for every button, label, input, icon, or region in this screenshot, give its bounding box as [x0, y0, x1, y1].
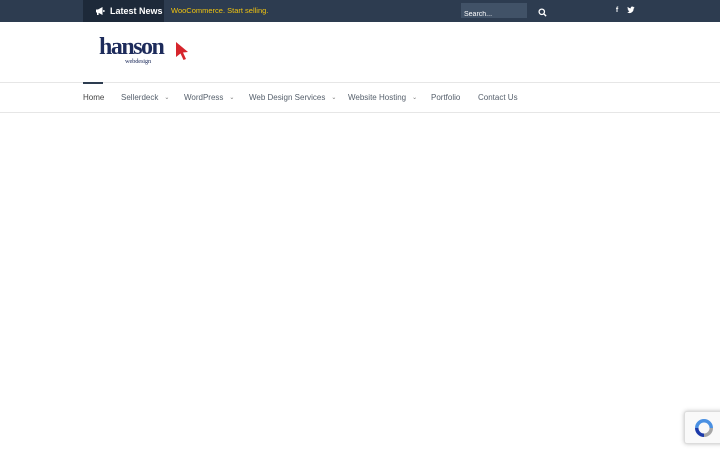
nav-item-label: Contact Us [478, 93, 518, 102]
latest-news-text: Latest News [110, 6, 163, 16]
nav-item-label: WordPress [184, 93, 224, 102]
nav-item-portfolio[interactable]: Portfolio [431, 83, 460, 112]
nav-item-label: Sellerdeck [121, 93, 159, 102]
nav-item-label: Web Design Services [249, 93, 326, 102]
search-box[interactable] [461, 3, 527, 22]
cursor-arrow-icon [176, 42, 188, 60]
search-icon[interactable] [538, 8, 547, 17]
logo-sub-text: webdesign [125, 58, 151, 65]
news-ticker-link[interactable]: WooCommerce. Start selling. [171, 4, 268, 18]
chevron-down-icon: ⌄ [412, 95, 418, 101]
twitter-icon[interactable] [626, 6, 636, 15]
nav-item-label: Home [83, 93, 105, 102]
nav-item-web-design-services[interactable]: Web Design Services ⌄ [249, 83, 336, 112]
nav-item-contact-us[interactable]: Contact Us [478, 83, 518, 112]
top-bar: Latest News WooCommerce. Start selling. … [0, 0, 720, 22]
facebook-icon[interactable]: f [612, 5, 622, 17]
nav-item-sellerdeck[interactable]: Sellerdeck ⌄ [121, 83, 169, 112]
nav-item-wordpress[interactable]: WordPress ⌄ [184, 83, 234, 112]
chevron-down-icon: ⌄ [331, 95, 337, 101]
megaphone-icon [96, 7, 105, 15]
latest-news-label: Latest News [83, 0, 164, 22]
recaptcha-icon [695, 419, 713, 437]
nav-item-website-hosting[interactable]: Website Hosting ⌄ [348, 83, 417, 112]
search-input[interactable] [461, 7, 527, 22]
site-header: hanson webdesign [0, 22, 720, 83]
chevron-down-icon: ⌄ [229, 95, 235, 101]
nav-item-label: Portfolio [431, 93, 461, 102]
page: Latest News WooCommerce. Start selling. … [0, 0, 720, 450]
nav-item-home[interactable]: Home [83, 83, 104, 112]
site-logo[interactable]: hanson webdesign [99, 34, 194, 70]
main-nav: Home Sellerdeck ⌄ WordPress ⌄ Web Design S… [0, 82, 720, 113]
nav-item-label: Website Hosting [348, 93, 407, 102]
recaptcha-badge[interactable] [684, 411, 720, 444]
chevron-down-icon: ⌄ [164, 95, 170, 101]
